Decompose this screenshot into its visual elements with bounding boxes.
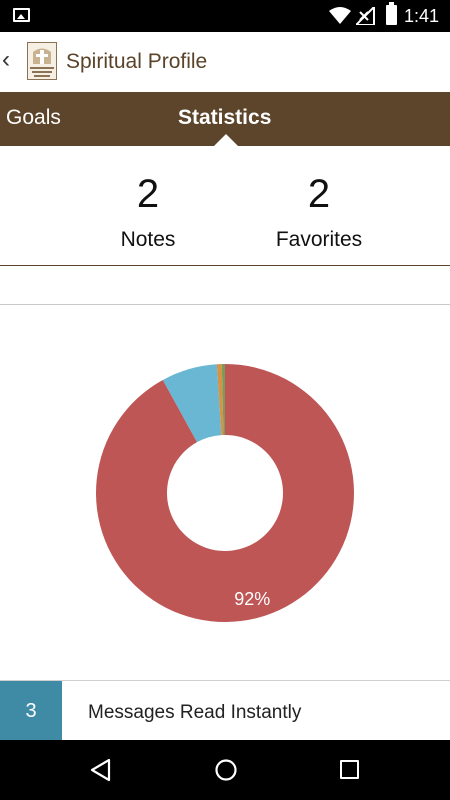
notes-count[interactable]: 2 Notes [63, 172, 233, 252]
page-title: Spiritual Profile [66, 50, 208, 73]
favorites-count-label: Favorites [275, 228, 363, 251]
back-nav-icon[interactable] [89, 758, 111, 782]
tab-statistics[interactable]: Statistics [178, 106, 271, 130]
system-nav-bar [0, 740, 450, 800]
stat-row-messages-read[interactable]: 3 Messages Read Instantly [0, 680, 450, 741]
stat-count-badge: 3 [0, 681, 62, 741]
stat-label: Messages Read Instantly [88, 702, 302, 723]
star-of-hope-logo [27, 42, 57, 80]
counts-panel: 2 Notes 2 Favorites [0, 146, 450, 266]
battery-icon [386, 2, 397, 25]
notes-count-value: 2 [136, 172, 160, 216]
wifi-icon [329, 7, 351, 24]
app-bar: ‹ Spiritual Profile [0, 32, 450, 92]
section-divider [0, 304, 450, 305]
donut-slice-label-0: 92% [234, 589, 270, 609]
signal-icon [356, 7, 375, 25]
back-arrow-icon[interactable]: ‹ [2, 48, 10, 72]
recents-nav-icon[interactable] [340, 760, 359, 779]
tab-goals[interactable]: Goals [6, 106, 61, 130]
statistics-donut-chart: 92% [96, 364, 354, 622]
status-time: 1:41 [403, 6, 439, 26]
home-nav-icon[interactable] [214, 758, 238, 782]
image-icon [13, 8, 30, 22]
favorites-count[interactable]: 2 Favorites [234, 172, 404, 252]
favorites-count-value: 2 [307, 172, 331, 216]
notes-count-label: Notes [120, 228, 176, 251]
status-bar: 1:41 [0, 0, 450, 32]
